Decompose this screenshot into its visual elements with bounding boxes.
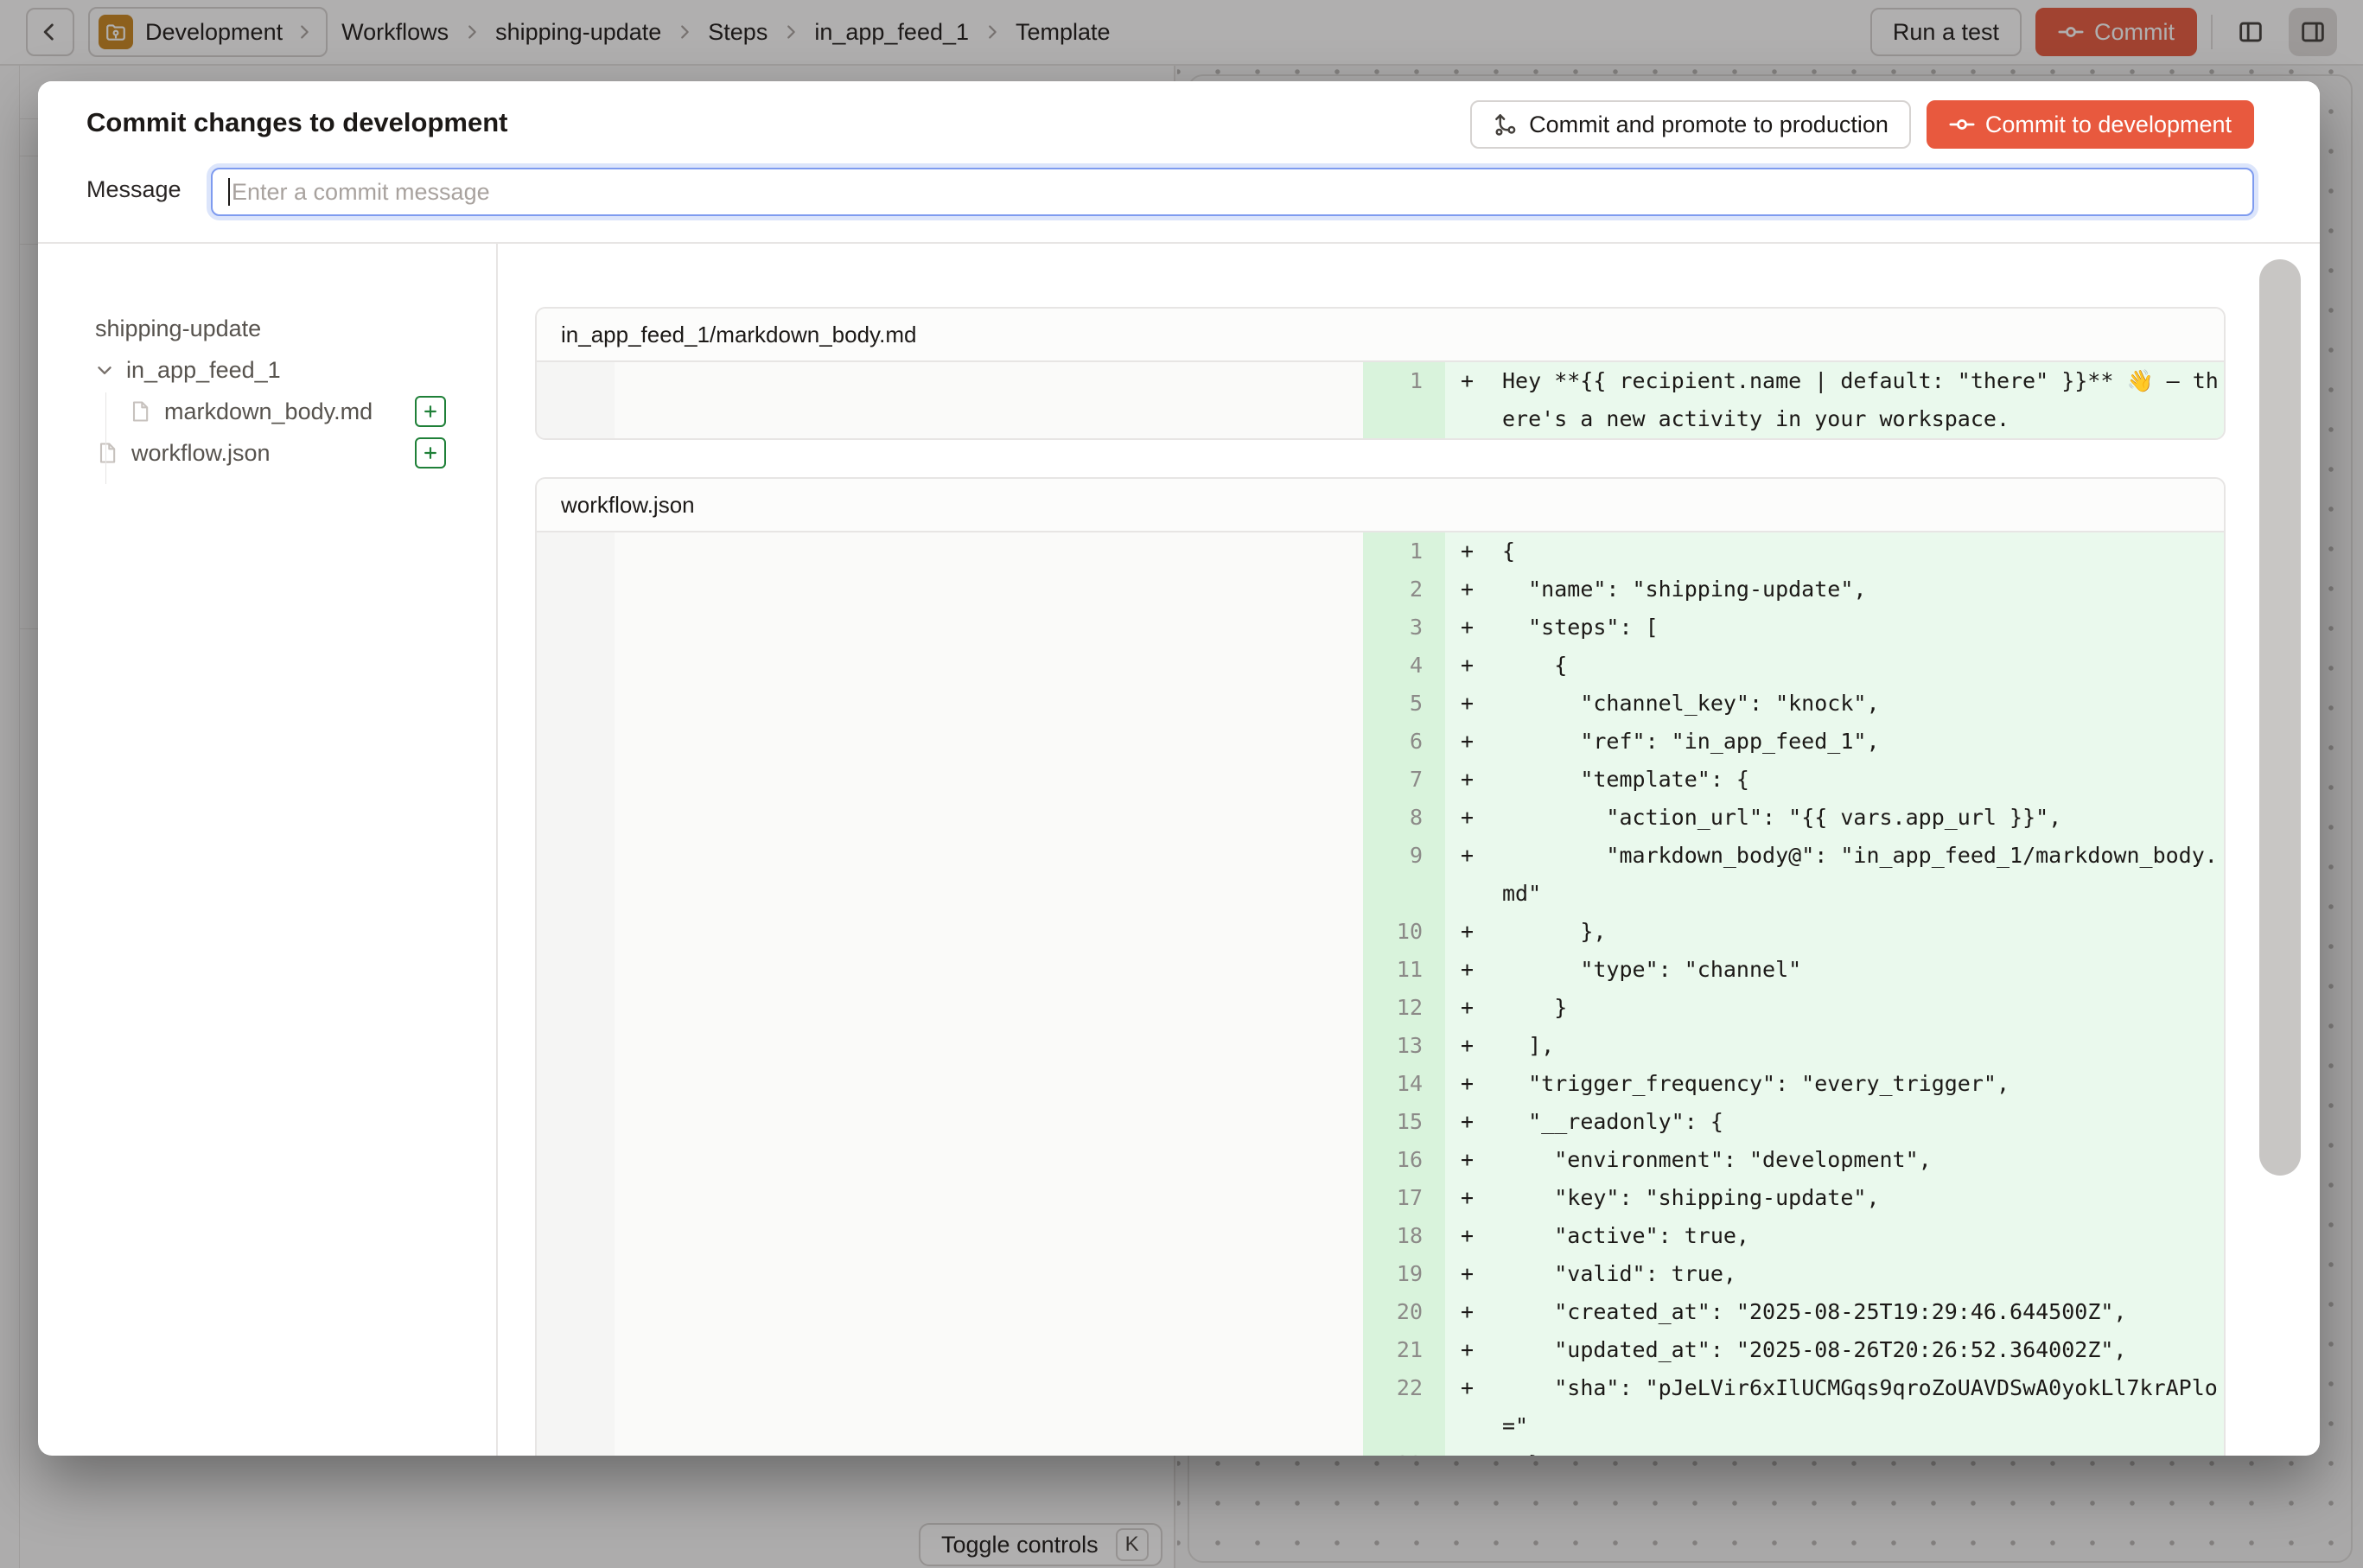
tree-file-label: workflow.json: [131, 440, 271, 467]
modal-scrollbar[interactable]: [2259, 259, 2301, 1176]
commit-and-promote-button[interactable]: Commit and promote to production: [1470, 100, 1911, 149]
diff-line: 18+ "active": true,: [537, 1217, 2224, 1255]
tree-file-workflow-json[interactable]: workflow.json: [38, 432, 496, 474]
file-icon: [95, 441, 119, 465]
diff-line: 13+ ],: [537, 1027, 2224, 1065]
modal-title: Commit changes to development: [86, 107, 507, 138]
promote-icon: [1493, 112, 1519, 137]
diff-filename: in_app_feed_1/markdown_body.md: [537, 309, 2224, 362]
diff-line: 19+ "valid": true,: [537, 1255, 2224, 1293]
diff-line: 6+ "ref": "in_app_feed_1",: [537, 723, 2224, 761]
diff-line: 12+ }: [537, 989, 2224, 1027]
tree-step-node[interactable]: in_app_feed_1: [38, 349, 496, 391]
diff-line: 1+{: [537, 532, 2224, 570]
added-file-icon: [415, 396, 446, 427]
diff-panel-workflow-json: workflow.json 1+{2+ "name": "shipping-up…: [535, 477, 2226, 1456]
commit-modal-header: Commit changes to development Commit and…: [38, 81, 2320, 244]
diff-panel-markdown-body: in_app_feed_1/markdown_body.md 1+Hey **{…: [535, 307, 2226, 440]
diff-line: 20+ "created_at": "2025-08-25T19:29:46.6…: [537, 1293, 2224, 1331]
diff-filename: workflow.json: [537, 479, 2224, 532]
tree-file-label: markdown_body.md: [164, 398, 373, 425]
changed-files-tree: shipping-update in_app_feed_1 markdown_b…: [38, 244, 498, 1456]
diff-line: 10+ },: [537, 913, 2224, 951]
diff-line: 9+ "markdown_body@": "in_app_feed_1/mark…: [537, 837, 2224, 913]
tree-step-label: in_app_feed_1: [126, 357, 281, 384]
message-label: Message: [86, 176, 182, 203]
promote-button-label: Commit and promote to production: [1529, 112, 1888, 138]
diff-line: 11+ "type": "channel": [537, 951, 2224, 989]
commit-dev-button-label: Commit to development: [1985, 112, 2232, 138]
diff-line: 3+ "steps": [: [537, 609, 2224, 647]
tree-workflow-root: shipping-update: [38, 308, 496, 349]
commit-message-input[interactable]: Enter a commit message: [211, 168, 2254, 216]
diff-line: 14+ "trigger_frequency": "every_trigger"…: [537, 1065, 2224, 1103]
diff-line: 21+ "updated_at": "2025-08-26T20:26:52.3…: [537, 1331, 2224, 1369]
diff-line: 15+ "__readonly": {: [537, 1103, 2224, 1141]
diff-line: 8+ "action_url": "{{ vars.app_url }}",: [537, 799, 2224, 837]
diff-line: 4+ {: [537, 647, 2224, 685]
message-placeholder: Enter a commit message: [232, 179, 490, 206]
tree-file-markdown-body[interactable]: markdown_body.md: [38, 391, 496, 432]
tree-indent-guide: [105, 392, 106, 484]
diff-line: 1+Hey **{{ recipient.name | default: "th…: [537, 362, 2224, 438]
diff-line: 23+ }: [537, 1445, 2224, 1456]
diff-line: 7+ "template": {: [537, 761, 2224, 799]
diff-line: 2+ "name": "shipping-update",: [537, 570, 2224, 609]
diff-line: 22+ "sha": "pJeLVir6xIlUCMGqs9qroZoUAVDS…: [537, 1369, 2224, 1445]
commit-icon: [1949, 112, 1975, 137]
tree-root-label: shipping-update: [95, 316, 261, 342]
diff-content: 1+Hey **{{ recipient.name | default: "th…: [537, 362, 2224, 438]
diff-content: 1+{2+ "name": "shipping-update",3+ "step…: [537, 532, 2224, 1456]
text-caret: [228, 178, 230, 206]
added-file-icon: [415, 437, 446, 468]
diff-line: 16+ "environment": "development",: [537, 1141, 2224, 1179]
file-icon: [128, 399, 152, 424]
commit-to-development-button[interactable]: Commit to development: [1927, 100, 2254, 149]
diff-line: 17+ "key": "shipping-update",: [537, 1179, 2224, 1217]
commit-modal-body: shipping-update in_app_feed_1 markdown_b…: [38, 244, 2320, 1456]
diff-line: 5+ "channel_key": "knock",: [537, 685, 2224, 723]
chevron-down-icon: [93, 359, 116, 381]
diff-list: in_app_feed_1/markdown_body.md 1+Hey **{…: [498, 244, 2320, 1456]
commit-modal: Commit changes to development Commit and…: [38, 81, 2320, 1456]
